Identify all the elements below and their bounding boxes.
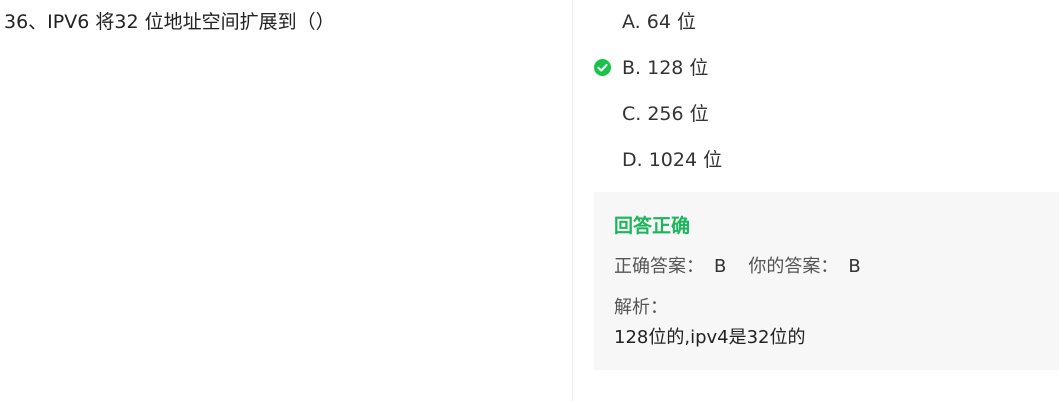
analysis-text: 128位的,ipv4是32位的	[614, 327, 806, 348]
correct-answer-label: 正确答案：	[614, 256, 704, 277]
quiz-page: 36、IPV6 将32 位地址空间扩展到（） A. 64 位 B. 128 位 …	[0, 0, 1059, 401]
question-pane: 36、IPV6 将32 位地址空间扩展到（）	[0, 0, 573, 401]
options-pane: A. 64 位 B. 128 位 C. 256 位 D. 1024 位 回答正确…	[574, 0, 1059, 401]
result-title: 回答正确	[614, 215, 691, 237]
option-d[interactable]: D. 1024 位	[622, 148, 722, 172]
option-a[interactable]: A. 64 位	[622, 10, 696, 34]
option-b[interactable]: B. 128 位	[594, 56, 709, 80]
option-b-label: B. 128 位	[622, 57, 709, 79]
check-circle-icon	[594, 59, 611, 76]
option-a-label: A. 64 位	[622, 11, 696, 33]
your-answer-value: B	[848, 256, 861, 277]
question-text: 36、IPV6 将32 位地址空间扩展到（）	[4, 11, 335, 33]
analysis-label: 解析：	[614, 297, 668, 318]
option-c-label: C. 256 位	[622, 103, 709, 125]
option-d-label: D. 1024 位	[622, 149, 723, 171]
correct-answer-value: B	[714, 256, 727, 277]
your-answer-label: 你的答案：	[748, 256, 839, 277]
result-panel: 回答正确 正确答案： B 你的答案： B 解析： 128位的,ipv4是32位的	[594, 192, 1059, 370]
answer-line: 正确答案： B 你的答案： B	[614, 255, 861, 279]
option-c[interactable]: C. 256 位	[622, 102, 709, 126]
